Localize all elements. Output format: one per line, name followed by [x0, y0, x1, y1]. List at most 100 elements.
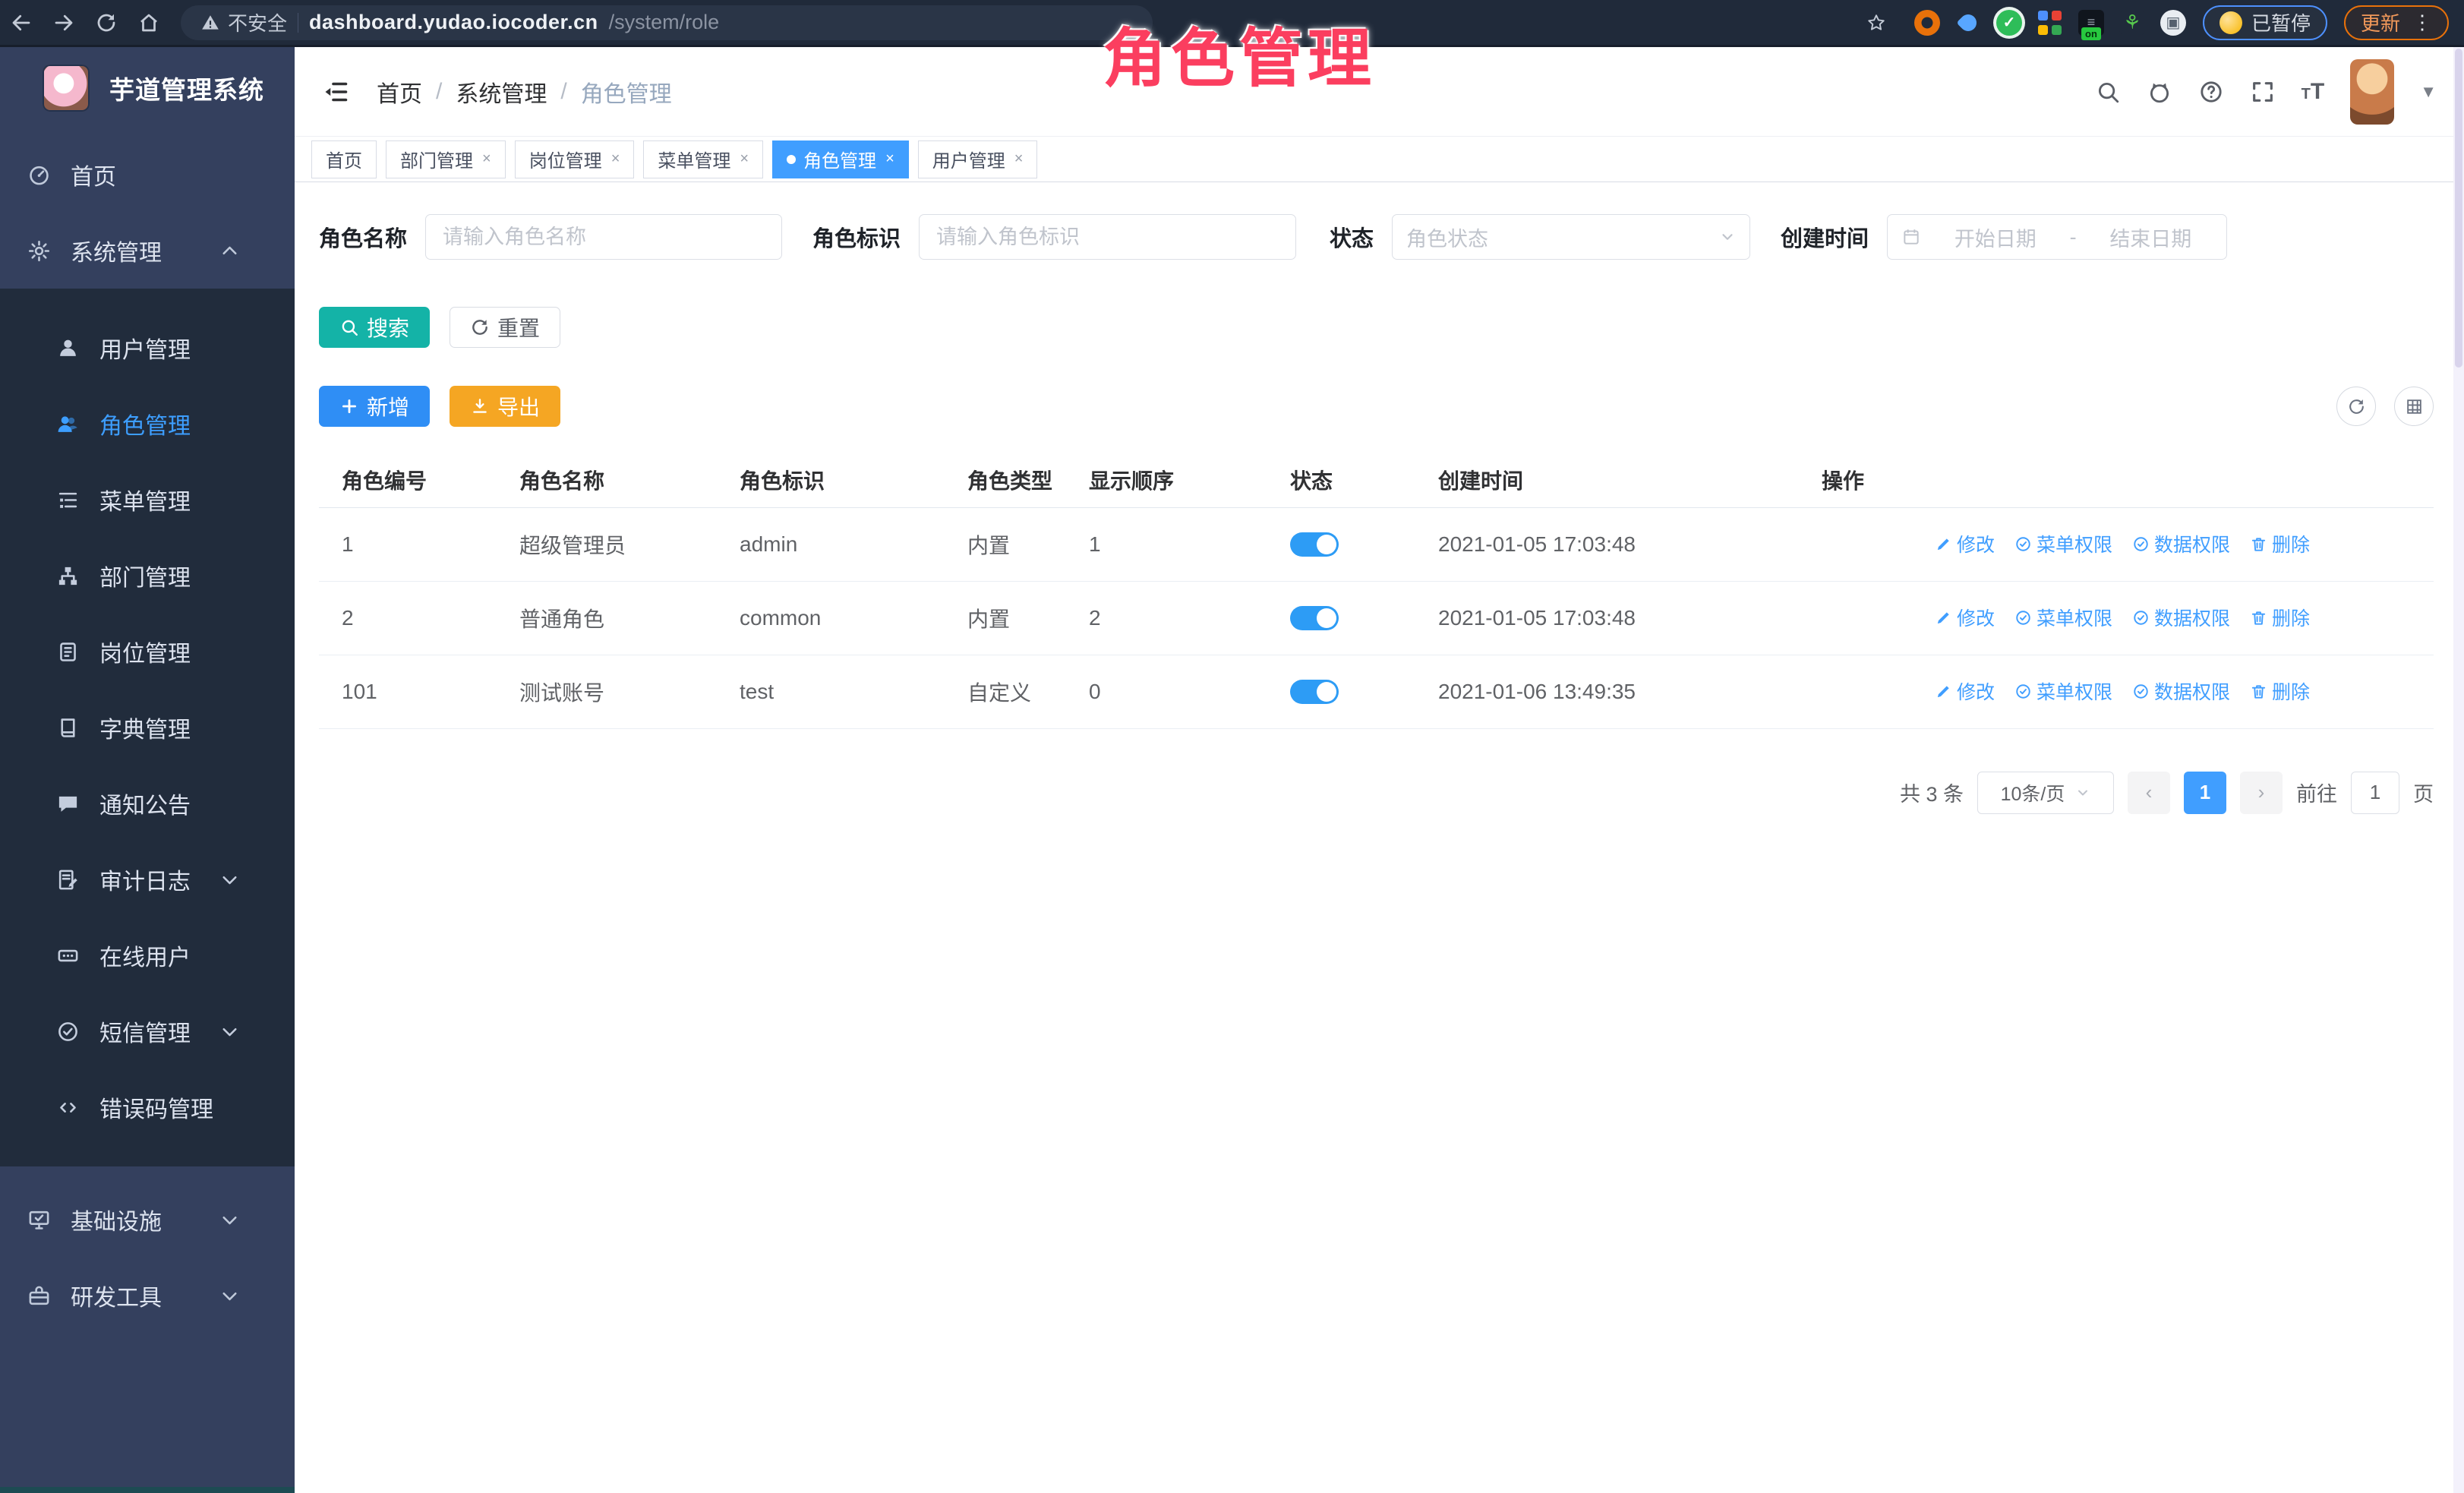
extension-dot-grid-icon[interactable]	[2037, 10, 2063, 36]
toolbox-icon	[27, 1284, 51, 1308]
sidebar-item-label: 字典管理	[99, 711, 191, 744]
sidebar-item-错误码管理[interactable]: 错误码管理	[0, 1069, 295, 1145]
profile-paused-chip[interactable]: 已暂停	[2203, 5, 2327, 40]
help-icon[interactable]	[2198, 79, 2224, 105]
profile-emoji-icon	[2219, 11, 2242, 34]
action-修改[interactable]: 修改	[1935, 604, 1995, 631]
sidebar-item-部门管理[interactable]: 部门管理	[0, 538, 295, 614]
search-icon[interactable]	[2095, 79, 2121, 105]
sidebar-item-首页[interactable]: 首页	[0, 137, 295, 213]
sidebar-collapse-icon[interactable]	[322, 78, 349, 106]
sidebar-item-岗位管理[interactable]: 岗位管理	[0, 614, 295, 690]
fullscreen-icon[interactable]	[2250, 79, 2276, 105]
action-数据权限[interactable]: 数据权限	[2132, 604, 2230, 631]
tab-菜单管理[interactable]: 菜单管理×	[643, 140, 763, 178]
bookmark-star-icon[interactable]	[1855, 6, 1898, 39]
plus-icon	[339, 396, 359, 416]
add-role-button[interactable]: 新增	[319, 386, 430, 427]
tab-用户管理[interactable]: 用户管理×	[918, 140, 1038, 178]
extension-dark-switch-icon[interactable]: ≡on	[2078, 10, 2104, 36]
update-chip[interactable]: 更新 ⋮	[2344, 5, 2449, 40]
column-settings-button[interactable]	[2394, 387, 2434, 426]
role-status-toggle[interactable]	[1290, 532, 1339, 557]
tab-部门管理[interactable]: 部门管理×	[386, 140, 506, 178]
browser-reload-icon[interactable]	[85, 6, 128, 39]
address-bar[interactable]: 不安全 dashboard.yudao.iocoder.cn /system/r…	[181, 5, 1153, 40]
sidebar-menu: 首页系统管理用户管理角色管理菜单管理部门管理岗位管理字典管理通知公告审计日志在线…	[0, 129, 295, 1334]
action-删除[interactable]: 删除	[2250, 530, 2310, 557]
chevron-down-icon	[2075, 785, 2090, 800]
app-logo-row[interactable]: 芋道管理系统	[0, 47, 295, 129]
tab-首页[interactable]: 首页	[311, 140, 377, 178]
github-icon[interactable]	[2147, 79, 2172, 105]
status-select[interactable]: 角色状态	[1392, 214, 1750, 260]
actions-cell: 修改菜单权限数据权限删除	[1811, 581, 2434, 655]
role-name-input[interactable]	[425, 214, 782, 260]
create-time-range-picker[interactable]: 开始日期 - 结束日期	[1887, 214, 2227, 260]
close-icon[interactable]: ×	[885, 150, 894, 168]
sidebar-item-角色管理[interactable]: 角色管理	[0, 386, 295, 462]
goto-page-input[interactable]	[2351, 772, 2399, 814]
action-菜单权限[interactable]: 菜单权限	[2014, 604, 2112, 631]
export-button[interactable]: 导出	[450, 386, 560, 427]
code-icon	[56, 1096, 80, 1119]
current-page-button[interactable]: 1	[2184, 772, 2226, 814]
prev-page-button[interactable]: ‹	[2128, 772, 2170, 814]
sidebar-item-在线用户[interactable]: 在线用户	[0, 917, 295, 993]
extension-orange-ring-icon[interactable]	[1914, 10, 1940, 36]
sidebar-item-基础设施[interactable]: 基础设施	[0, 1182, 295, 1258]
page-scrollbar[interactable]	[2453, 47, 2464, 1493]
action-数据权限[interactable]: 数据权限	[2132, 530, 2230, 557]
extension-green-plant-icon[interactable]: ⚘	[2119, 10, 2145, 36]
not-secure-warning-icon[interactable]	[200, 13, 220, 33]
avatar-caret-icon[interactable]: ▼	[2420, 82, 2437, 102]
tab-岗位管理[interactable]: 岗位管理×	[515, 140, 635, 178]
action-数据权限[interactable]: 数据权限	[2132, 677, 2230, 705]
table-refresh-button[interactable]	[2336, 387, 2376, 426]
extension-light-puzzle-icon[interactable]: ▣	[2160, 10, 2186, 36]
search-button[interactable]: 搜索	[319, 307, 430, 348]
action-删除[interactable]: 删除	[2250, 677, 2310, 705]
check-circle-icon	[2014, 609, 2032, 627]
badge-icon	[56, 640, 80, 664]
browser-back-icon[interactable]	[0, 6, 43, 39]
reset-button[interactable]: 重置	[450, 307, 560, 348]
action-菜单权限[interactable]: 菜单权限	[2014, 530, 2112, 557]
sidebar-item-系统管理[interactable]: 系统管理	[0, 213, 295, 289]
font-size-icon[interactable]: TT	[2302, 79, 2325, 105]
action-修改[interactable]: 修改	[1935, 530, 1995, 557]
page-size-select[interactable]: 10条/页	[1977, 772, 2114, 814]
role-status-toggle[interactable]	[1290, 606, 1339, 630]
sidebar-item-菜单管理[interactable]: 菜单管理	[0, 462, 295, 538]
close-icon[interactable]: ×	[611, 150, 620, 168]
close-icon[interactable]: ×	[740, 150, 749, 168]
action-菜单权限[interactable]: 菜单权限	[2014, 677, 2112, 705]
close-icon[interactable]: ×	[482, 150, 491, 168]
chevron-down-icon	[218, 1284, 241, 1308]
browser-home-icon[interactable]	[128, 6, 170, 39]
action-修改[interactable]: 修改	[1935, 677, 1995, 705]
sidebar-item-审计日志[interactable]: 审计日志	[0, 841, 295, 917]
close-icon[interactable]: ×	[1014, 150, 1024, 168]
role-status-toggle[interactable]	[1290, 680, 1339, 704]
extension-green-check-icon[interactable]: ✓	[1996, 10, 2022, 36]
browser-menu-dots-icon[interactable]: ⋮	[2412, 11, 2432, 34]
sidebar-item-用户管理[interactable]: 用户管理	[0, 310, 295, 386]
action-删除[interactable]: 删除	[2250, 604, 2310, 631]
tab-label: 角色管理	[803, 146, 876, 172]
extension-blue-drop-icon[interactable]	[1955, 10, 1981, 36]
next-page-button[interactable]: ›	[2240, 772, 2283, 814]
tab-角色管理[interactable]: 角色管理 ×	[772, 140, 909, 178]
tags-view: 首页部门管理×岗位管理×菜单管理×角色管理×用户管理×	[295, 137, 2464, 182]
user-avatar[interactable]	[2350, 59, 2394, 125]
sidebar-item-通知公告[interactable]: 通知公告	[0, 765, 295, 841]
sidebar-item-短信管理[interactable]: 短信管理	[0, 993, 295, 1069]
role-key-input[interactable]	[919, 214, 1296, 260]
scrollbar-thumb[interactable]	[2455, 49, 2462, 368]
browser-forward-icon[interactable]	[43, 6, 85, 39]
breadcrumb-item-系统管理[interactable]: 系统管理	[456, 75, 547, 109]
breadcrumb-item-首页[interactable]: 首页	[377, 75, 422, 109]
sidebar-item-研发工具[interactable]: 研发工具	[0, 1258, 295, 1334]
total-count: 共 3 条	[1900, 778, 1964, 807]
sidebar-item-字典管理[interactable]: 字典管理	[0, 690, 295, 765]
